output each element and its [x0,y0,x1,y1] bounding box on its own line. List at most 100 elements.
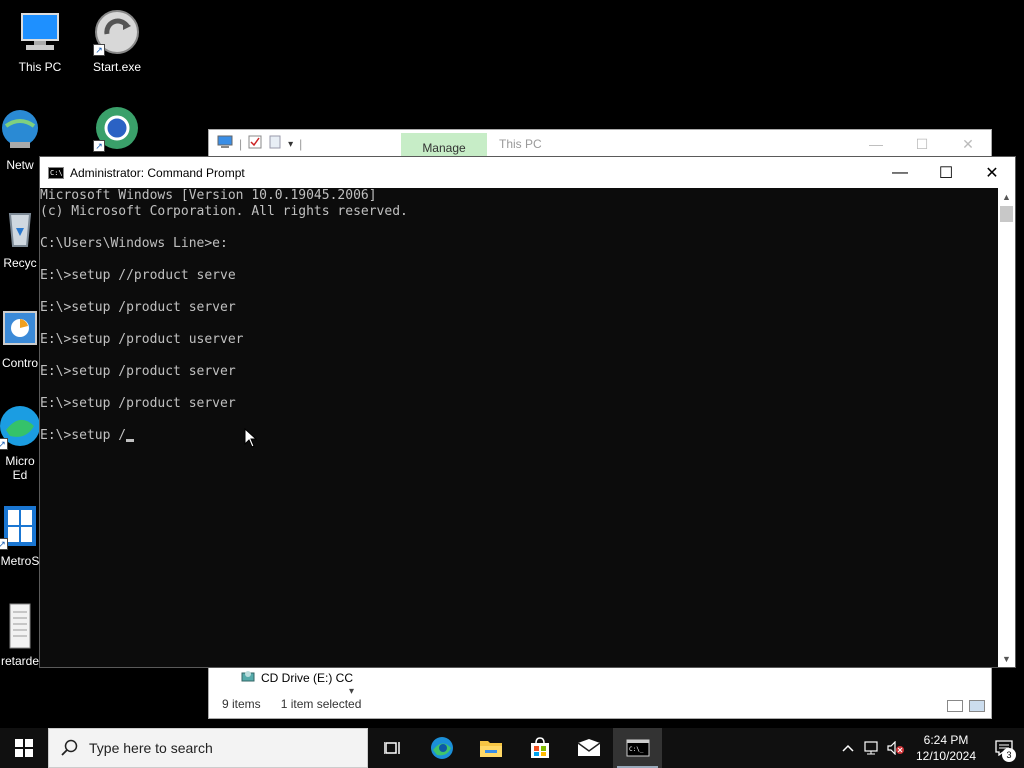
quick-access-toolbar: | ▾ | [209,135,302,154]
desktop-icon-browser[interactable]: ↗ [77,104,157,152]
recycle-bin-icon [0,204,40,252]
task-view-icon [383,742,400,754]
console-prompt: E:\>setup / [40,428,127,443]
desktop-icon-recycle-bin[interactable]: Recyc [0,204,40,270]
taskbar-command-prompt-button[interactable]: C:\_ [613,728,662,768]
windows-logo-icon [15,739,33,757]
mail-icon [577,739,600,756]
computer-icon [16,8,64,56]
taskbar-clock[interactable]: 6:24 PM 12/10/2024 [908,732,984,764]
view-toggle-group [947,700,985,712]
close-icon[interactable]: ✕ [969,157,1015,188]
system-tray: 6:24 PM 12/10/2024 3 [836,728,1024,768]
nav-item-cd-drive[interactable]: CD Drive (E:) CC [241,670,353,685]
desktop-icon-label: retarde [0,654,40,668]
toolbar-separator: | [239,137,243,151]
folder-icon [479,741,502,757]
edge-icon: ↗ [0,402,40,450]
this-pc-small-icon [217,135,233,154]
clock-time: 6:24 PM [923,733,969,747]
minimize-icon[interactable]: — [877,157,923,188]
clock-date: 12/10/2024 [915,749,977,763]
desktop-icon-label: Micro Ed [5,454,35,482]
cmd-titlebar[interactable]: C:\ Administrator: Command Prompt — ☐ ✕ [40,157,1015,188]
command-prompt-window[interactable]: C:\ Administrator: Command Prompt — ☐ ✕ … [39,156,1016,668]
scroll-down-icon[interactable]: ▼ [998,650,1015,667]
maximize-icon[interactable]: ☐ [923,157,969,188]
taskbar-edge-button[interactable] [417,728,466,768]
desktop-icon-this-pc[interactable]: This PC [0,8,80,74]
properties-icon[interactable] [248,135,262,154]
desktop-icon-network[interactable]: Netw [0,106,40,172]
console-line: E:\>setup //product serve [40,268,236,283]
console-line: E:\>setup /product server [40,364,236,379]
large-icons-view-icon[interactable] [969,700,985,712]
start-exe-icon: ↗ [93,8,141,56]
console-line: (c) Microsoft Corporation. All rights re… [40,204,408,219]
search-icon [61,739,78,756]
svg-text:C:\_: C:\_ [629,746,644,753]
close-icon[interactable]: ✕ [945,130,991,158]
scroll-up-icon[interactable]: ▲ [998,188,1015,205]
show-hidden-icons-chevron-icon[interactable] [836,728,860,768]
desktop-icon-metro[interactable]: ↗ MetroS [0,502,40,568]
scrollbar-thumb[interactable] [1000,206,1013,222]
customize-toolbar-icon[interactable]: ▾ [288,139,293,150]
maximize-icon[interactable]: ☐ [899,130,945,158]
mouse-pointer-icon [244,427,258,453]
start-button[interactable] [0,728,48,768]
control-panel-icon [0,304,40,352]
taskbar-store-button[interactable] [515,728,564,768]
console-line: E:\>setup /product server [40,300,236,315]
desktop-icon-control-panel[interactable]: Contro [0,304,40,370]
taskbar-mail-button[interactable] [564,728,613,768]
volume-muted-icon[interactable] [884,728,908,768]
desktop-icon-label: MetroS [0,554,40,568]
minimize-icon[interactable]: — [853,130,899,158]
notification-badge: 3 [1002,748,1016,762]
status-selected-count: 1 item selected [280,697,362,711]
status-item-count: 9 items [222,697,261,711]
desktop-icon-start-exe[interactable]: ↗ Start.exe [77,8,157,74]
shortcut-arrow-icon: ↗ [93,140,105,152]
console-line: E:\>setup /product userver [40,332,244,347]
console-output[interactable]: Microsoft Windows [Version 10.0.19045.20… [40,188,998,667]
explorer-titlebar[interactable]: | ▾ | Manage This PC — ☐ ✕ [209,130,991,158]
explorer-window-controls: — ☐ ✕ [853,130,991,158]
cmd-window-controls: — ☐ ✕ [877,157,1015,188]
command-prompt-icon: C:\_ [626,739,649,757]
document-icon [0,602,40,650]
network-icon [0,106,40,154]
console-input-line[interactable]: E:\>setup / [40,428,998,444]
new-folder-icon[interactable] [268,135,282,154]
tab-manage[interactable]: Manage [401,133,487,158]
edge-icon [430,737,453,759]
search-placeholder: Type here to search [89,740,213,756]
metro-icon: ↗ [0,502,40,550]
desktop-icon-label: Netw [6,158,34,172]
desktop-icon-label: This PC [18,60,62,74]
desktop-icon-label: Recyc [3,256,37,270]
taskbar-file-explorer-button[interactable] [466,728,515,768]
shortcut-arrow-icon: ↗ [0,538,8,550]
explorer-window-title: This PC [499,137,542,151]
console-line: E:\>setup /product server [40,396,236,411]
details-view-icon[interactable] [947,700,963,712]
desktop-icon-edge[interactable]: ↗ Micro Ed [0,402,40,482]
taskbar-search-box[interactable]: Type here to search [48,728,368,768]
toolbar-separator: | [299,137,303,151]
task-view-button[interactable] [368,728,417,768]
desktop-icon-document[interactable]: retarde [0,602,40,668]
action-center-button[interactable]: 3 [984,728,1024,768]
cmd-vertical-scrollbar[interactable]: ▲ ▼ [998,188,1015,667]
text-cursor [126,439,135,442]
network-tray-icon[interactable] [860,728,884,768]
console-line: C:\Users\Windows Line>e: [40,236,228,251]
